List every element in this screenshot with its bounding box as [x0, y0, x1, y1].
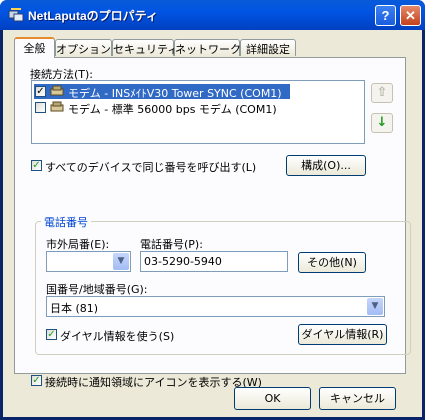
phone-group-title: 電話番号	[41, 214, 91, 230]
chevron-down-icon[interactable]: ▼	[367, 298, 383, 315]
configure-button[interactable]: 構成(O)...	[286, 155, 366, 176]
device-1-label: モデム - INSﾒｲﾄV30 Tower SYNC (COM1)	[68, 87, 282, 100]
device-1-checkbox[interactable]: ✓	[35, 86, 46, 97]
tab-options[interactable]: オプション	[55, 39, 112, 56]
tab-networking[interactable]: ネットワーク	[174, 39, 241, 56]
title-bar[interactable]: NetLaputaのプロパティ ? ✕	[0, 0, 425, 30]
country-code-value: 日本 (81)	[50, 302, 99, 315]
show-icon-checkbox[interactable]: ✓	[31, 375, 42, 386]
same-number-checkbox[interactable]: ✓	[31, 160, 42, 171]
properties-window: NetLaputaのプロパティ ? ✕ 全般 オプション セキュリティ ネットワ…	[0, 0, 425, 420]
dialing-rules-label: ダイヤル情報を使う(S)	[60, 330, 175, 343]
phone-number-value: 03-5290-5940	[144, 255, 222, 268]
area-code-label: 市外局番(E):	[46, 238, 110, 251]
dialing-rules-checkbox[interactable]: ✓	[46, 329, 57, 340]
network-connection-icon	[8, 8, 24, 22]
phone-number-label: 電話番号(P):	[140, 238, 203, 251]
device-listbox[interactable]: ✓ モデム - INSﾒｲﾄV30 Tower SYNC (COM1) モデム …	[31, 80, 365, 144]
modem-icon	[50, 101, 64, 112]
alternates-button[interactable]: その他(N)	[298, 252, 366, 273]
country-code-label: 国番号/地域番号(G):	[46, 283, 148, 296]
device-2-label: モデム - 標準 56000 bps モデム (COM1)	[68, 103, 277, 116]
help-button[interactable]: ?	[375, 5, 396, 26]
close-button[interactable]: ✕	[400, 5, 421, 26]
show-icon-label: 接続時に通知領域にアイコンを表示する(W)	[45, 376, 262, 389]
move-up-button[interactable]: ⇧	[371, 83, 393, 103]
country-code-combobox[interactable]: 日本 (81) ▼	[46, 296, 385, 317]
modem-icon	[50, 85, 64, 96]
dialog-body: 全般 オプション セキュリティ ネットワーク 詳細設定 接続方法(T): ✓ モ…	[3, 30, 422, 417]
cancel-button[interactable]: キャンセル	[319, 387, 396, 410]
device-item-1[interactable]: ✓ モデム - INSﾒｲﾄV30 Tower SYNC (COM1)	[34, 84, 290, 100]
tab-general[interactable]: 全般	[14, 37, 55, 58]
ok-button[interactable]: OK	[234, 387, 311, 410]
phone-number-field[interactable]: 03-5290-5940	[140, 251, 288, 272]
device-item-2[interactable]: モデム - 標準 56000 bps モデム (COM1)	[34, 100, 290, 116]
tab-advanced[interactable]: 詳細設定	[240, 39, 296, 56]
device-2-checkbox[interactable]	[35, 102, 46, 113]
move-down-button[interactable]: ↓	[371, 113, 393, 133]
area-code-combobox[interactable]: ▼	[46, 251, 131, 272]
chevron-down-icon[interactable]: ▼	[113, 253, 129, 270]
tab-security[interactable]: セキュリティ	[112, 39, 178, 56]
dialing-rules-button[interactable]: ダイヤル情報(R)	[298, 324, 387, 345]
general-tab-panel: 接続方法(T): ✓ モデム - INSﾒｲﾄV30 Tower SYNC (C…	[14, 57, 411, 389]
window-title: NetLaputaのプロパティ	[28, 9, 158, 23]
same-number-label: すべてのデバイスで同じ番号を呼び出す(L)	[45, 161, 257, 174]
